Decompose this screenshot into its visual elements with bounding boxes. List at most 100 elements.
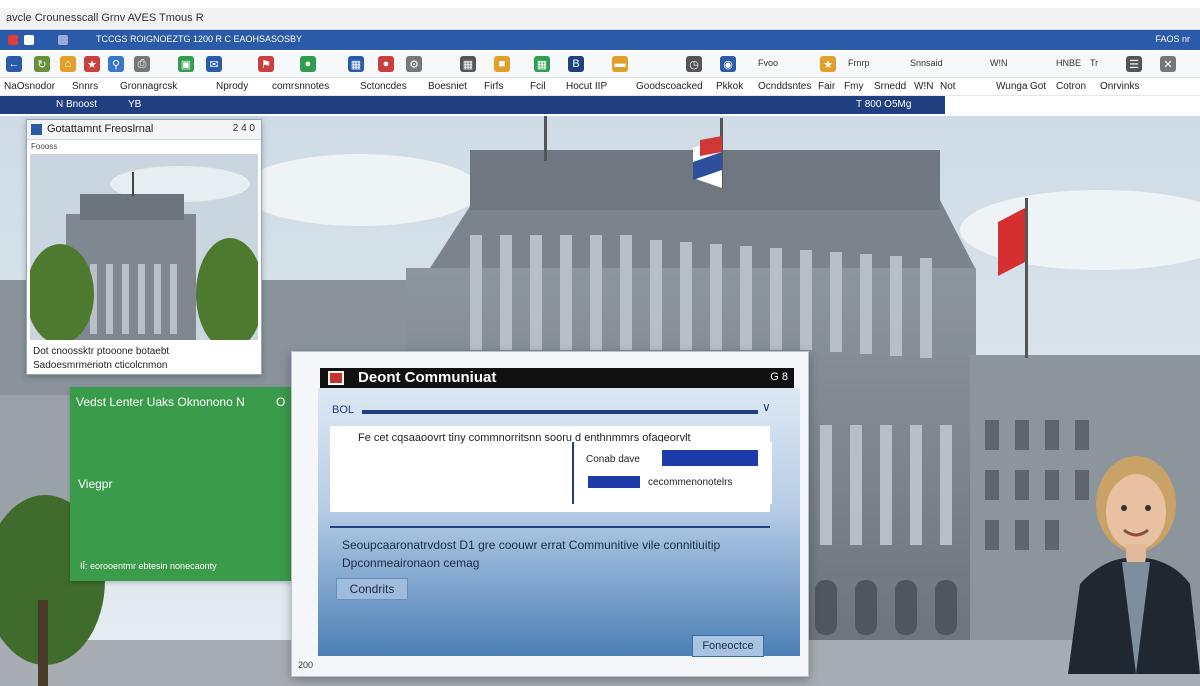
pin-icon[interactable]: ● — [378, 56, 394, 72]
preview-window[interactable]: Gotattamnt Freoslrnal 2 4 0 Foooss Dot c… — [26, 119, 262, 375]
bookmark-item[interactable]: Srnedd — [874, 81, 906, 92]
dialog-window-controls[interactable]: G 8 — [770, 371, 788, 383]
bookmark-item[interactable]: Fair — [818, 81, 835, 92]
person-portrait — [1068, 456, 1200, 674]
bookmark-item[interactable]: Fmy — [844, 81, 863, 92]
chevron-down-icon[interactable]: ∨ — [762, 400, 771, 414]
menu-icon[interactable]: ☰ — [1126, 56, 1142, 72]
back-icon[interactable]: ← — [6, 56, 22, 72]
browser-logo-icon — [8, 35, 18, 45]
dialog-message-2: Dpconmeaironaon cemag — [342, 556, 480, 570]
image-icon[interactable]: ▦ — [348, 56, 364, 72]
bookmark-item[interactable]: NaOsnodor — [4, 81, 55, 92]
toolbar-label-1[interactable]: Fvoo — [758, 58, 778, 68]
document-icon[interactable]: ▣ — [178, 56, 194, 72]
window-title: avcle Crounesscall Grnv AVES Tmous R — [6, 12, 204, 24]
form-card: Fe cet cqsaaoovrt tiny commnorritsnn soo… — [330, 426, 772, 512]
dialog-footer: 200 — [298, 660, 314, 670]
bookmark-item[interactable]: Snnrs — [72, 81, 98, 92]
search-icon[interactable]: ⚲ — [108, 56, 124, 72]
preview-window-controls[interactable]: 2 4 0 — [233, 123, 255, 134]
window-title-bar: avcle Crounesscall Grnv AVES Tmous R — [0, 8, 1200, 30]
settings-icon[interactable]: ⚙ — [406, 56, 422, 72]
dialog-title: Deont Communiuat — [358, 369, 497, 386]
calendar-icon[interactable]: ▦ — [534, 56, 550, 72]
home-icon[interactable]: ⌂ — [60, 56, 76, 72]
bookmark-item[interactable]: Onrvinks — [1100, 81, 1139, 92]
comments-label: cecommenonotelrs — [648, 477, 733, 488]
bookmark-item[interactable]: Sctoncdes — [360, 81, 407, 92]
preview-title: Gotattamnt Freoslrnal — [47, 123, 154, 135]
tab-status-text: FAOS nr — [1155, 34, 1190, 44]
close-icon[interactable]: ✕ — [1160, 56, 1176, 72]
toolbar-right-label-2[interactable]: Tr — [1090, 58, 1098, 68]
folder-icon[interactable]: ■ — [494, 56, 510, 72]
window-logo-icon — [31, 124, 42, 135]
bookmark-item[interactable]: Firfs — [484, 81, 503, 92]
toolbar-right-label-1[interactable]: HNBE — [1056, 58, 1081, 68]
tab-add-icon[interactable] — [58, 35, 68, 45]
bookmark-item[interactable]: Fcil — [530, 81, 546, 92]
bookmark-item[interactable]: Cotron — [1056, 81, 1086, 92]
bookmark-icon[interactable]: ★ — [84, 56, 100, 72]
bookmark-item[interactable]: W!N — [914, 81, 933, 92]
bookmark-item[interactable]: Boesniet — [428, 81, 467, 92]
bookmark-item[interactable]: Gronnagrcsk — [120, 81, 177, 92]
green-panel-heading: Vedst Lenter Uaks Oknonono N — [76, 395, 245, 409]
green-panel-mark: O — [276, 395, 286, 409]
communication-dialog[interactable]: Deont Communiuat G 8 BOL ∨ Fe cet cqsaao… — [291, 351, 809, 677]
bookmark-item[interactable]: Nprody — [216, 81, 248, 92]
green-panel-footer: IÎ: eorooentmr ebtesin nonecaonty — [80, 561, 217, 571]
clock-icon[interactable]: ◷ — [686, 56, 702, 72]
bookmark-item[interactable]: Pkkok — [716, 81, 743, 92]
inner-form: Conab dave cecommenonotelrs — [572, 442, 772, 504]
flag-icon — [328, 371, 344, 385]
dialog-body: BOL ∨ Fe cet cqsaaoovrt tiny commnorrits… — [318, 388, 800, 657]
bookmark-item[interactable]: Not — [940, 81, 956, 92]
toolbar-label-3[interactable]: Snnsaid — [910, 58, 943, 68]
tag-icon[interactable]: ⚑ — [258, 56, 274, 72]
star-icon[interactable]: ★ — [820, 56, 836, 72]
date-input[interactable] — [662, 450, 758, 466]
tab-label[interactable]: TCCGS ROIGNOEZTG 1200 R C EAOHSASOSBY — [96, 34, 302, 44]
action-input[interactable] — [588, 476, 640, 488]
green-info-panel[interactable]: Vedst Lenter Uaks Oknonono N O Viegpr IÎ… — [70, 387, 292, 581]
proceed-button[interactable]: Foneoctce — [692, 635, 764, 657]
preview-caption-2: Sadoesmrmeriotn cticolcnmon — [33, 360, 168, 371]
browser-chrome: avcle Crounesscall Grnv AVES Tmous R TCC… — [0, 0, 1200, 116]
bookmarks-bar: NaOsnodor Snnrs Gronnagrcsk Nprody comrs… — [0, 78, 1200, 96]
globe-icon[interactable]: ◉ — [720, 56, 736, 72]
preview-subtitle: Foooss — [31, 142, 58, 151]
toolbar-label-4[interactable]: W!N — [990, 58, 1008, 68]
divider — [330, 526, 770, 528]
building-photo — [30, 154, 258, 340]
bookmark-item[interactable]: comrsnnotes — [272, 81, 329, 92]
bookmark-item[interactable]: Goodscoacked — [636, 81, 703, 92]
dialog-title-bar: Deont Communiuat G 8 — [320, 368, 794, 388]
mail-icon[interactable]: ✉ — [206, 56, 222, 72]
confirm-button[interactable]: Condrits — [336, 578, 408, 600]
address-right-text: T 800 O5Mg — [856, 99, 912, 110]
bookmark-b-icon[interactable]: B — [568, 56, 584, 72]
toolbar: ← ↻ ⌂ ★ ⚲ ⎙ ▣ ✉ ⚑ ● ▦ ● ⚙ ▦ ■ ▦ B ▬ ◷ ◉ … — [0, 52, 1200, 78]
text-input-field[interactable] — [362, 410, 758, 414]
field-label: BOL — [332, 404, 355, 416]
date-label: Conab dave — [586, 454, 640, 465]
toolbar-label-2[interactable]: Frnrp — [848, 58, 870, 68]
refresh-icon[interactable]: ↻ — [34, 56, 50, 72]
address-number: YB — [128, 99, 142, 110]
grid-icon[interactable]: ▦ — [460, 56, 476, 72]
address-text: N Bnoost — [56, 99, 98, 110]
tab-favicon-icon — [24, 35, 34, 45]
bookmark-item[interactable]: Hocut IIP — [566, 81, 607, 92]
chat-icon[interactable]: ● — [300, 56, 316, 72]
green-panel-text: Viegpr — [78, 477, 113, 491]
print-icon[interactable]: ⎙ — [134, 56, 150, 72]
bookmark-item[interactable]: Got — [1030, 81, 1046, 92]
bookmark-item[interactable]: Wunga — [996, 81, 1028, 92]
preview-caption-1: Dot cnoossktr ptooone botaebt — [33, 346, 170, 357]
card-icon[interactable]: ▬ — [612, 56, 628, 72]
dialog-message-1: Seoupcaaronatrvdost D1 gre coouwr errat … — [342, 538, 721, 552]
bookmark-item[interactable]: Ocnddsntes — [758, 81, 811, 92]
address-bar[interactable]: N Bnoost YB T 800 O5Mg — [0, 96, 945, 114]
